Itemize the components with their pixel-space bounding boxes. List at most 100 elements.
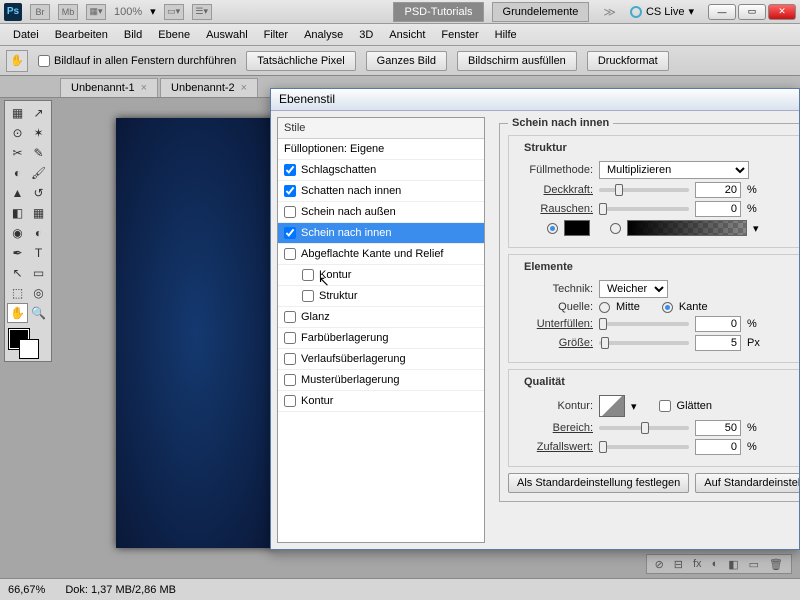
opacity-slider[interactable] <box>599 188 689 192</box>
eyedropper-tool[interactable]: ✎ <box>28 143 49 163</box>
menu-bild[interactable]: Bild <box>117 26 149 44</box>
menu-bearbeiten[interactable]: Bearbeiten <box>48 26 115 44</box>
noise-slider[interactable] <box>599 207 689 211</box>
hand-tool-icon[interactable]: ✋ <box>6 50 28 72</box>
size-slider[interactable] <box>599 341 689 345</box>
canvas[interactable] <box>116 118 276 548</box>
fill-screen-button[interactable]: Bildschirm ausfüllen <box>457 51 577 71</box>
screen-mode-button[interactable]: ▭▾ <box>164 4 184 20</box>
panel-icon[interactable]: ⊟ <box>674 558 683 571</box>
panel-icon[interactable]: ▭ <box>749 558 759 571</box>
size-input[interactable] <box>695 335 741 351</box>
style-bevel[interactable]: Abgeflachte Kante und Relief <box>278 244 484 265</box>
panel-icon[interactable]: ◧ <box>728 558 738 571</box>
style-dropshadow[interactable]: Schlagschatten <box>278 160 484 181</box>
style-outerglow[interactable]: Schein nach außen <box>278 202 484 223</box>
marquee-tool[interactable]: ↗ <box>28 103 49 123</box>
lasso-tool[interactable]: ⊙ <box>7 123 28 143</box>
blend-options-item[interactable]: Fülloptionen: Eigene <box>278 139 484 160</box>
style-gradientoverlay[interactable]: Verlaufsüberlagerung <box>278 349 484 370</box>
range-slider[interactable] <box>599 426 689 430</box>
close-button[interactable]: ✕ <box>768 4 796 20</box>
panel-icon[interactable]: fx <box>693 558 702 570</box>
styles-header[interactable]: Stile <box>278 118 484 139</box>
jitter-slider[interactable] <box>599 445 689 449</box>
background-swatch[interactable] <box>19 339 39 359</box>
3d-tool[interactable]: ⬚ <box>7 283 28 303</box>
document-tab[interactable]: Unbenannt-1× <box>60 78 158 97</box>
menu-ansicht[interactable]: Ansicht <box>382 26 432 44</box>
style-bevel-contour[interactable]: Kontur <box>278 265 484 286</box>
extras-button[interactable]: ☰▾ <box>192 4 212 20</box>
path-tool[interactable]: ↖ <box>7 263 28 283</box>
style-patternoverlay[interactable]: Musterüberlagerung <box>278 370 484 391</box>
jitter-input[interactable] <box>695 439 741 455</box>
actual-pixels-button[interactable]: Tatsächliche Pixel <box>246 51 355 71</box>
menu-analyse[interactable]: Analyse <box>297 26 350 44</box>
document-tab[interactable]: Unbenannt-2× <box>160 78 258 97</box>
fit-screen-button[interactable]: Ganzes Bild <box>366 51 447 71</box>
camera-tool[interactable]: ◎ <box>28 283 49 303</box>
bridge-button[interactable]: Br <box>30 4 50 20</box>
reset-default-button[interactable]: Auf Standardeinstellung zurück <box>695 473 799 493</box>
close-tab-icon[interactable]: × <box>141 82 147 94</box>
arrange-button[interactable]: ▦▾ <box>86 4 106 20</box>
scroll-all-checkbox[interactable]: Bildlauf in allen Fenstern durchführen <box>38 55 236 67</box>
shape-tool[interactable]: ▭ <box>28 263 49 283</box>
gradient-dropdown-icon[interactable]: ▾ <box>753 222 759 235</box>
pen-tool[interactable]: ✒ <box>7 243 28 263</box>
choke-input[interactable] <box>695 316 741 332</box>
menu-fenster[interactable]: Fenster <box>434 26 485 44</box>
stamp-tool[interactable]: ▲ <box>7 183 28 203</box>
make-default-button[interactable]: Als Standardeinstellung festlegen <box>508 473 689 493</box>
minibridge-button[interactable]: Mb <box>58 4 78 20</box>
zoom-dropdown-icon[interactable]: ▾ <box>150 5 156 18</box>
menu-auswahl[interactable]: Auswahl <box>199 26 255 44</box>
blur-tool[interactable]: ◉ <box>7 223 28 243</box>
style-coloroverlay[interactable]: Farbüberlagerung <box>278 328 484 349</box>
gradient-radio[interactable] <box>610 223 621 234</box>
menu-filter[interactable]: Filter <box>257 26 295 44</box>
cslive-button[interactable]: CS Live▾ <box>630 5 694 18</box>
move-tool[interactable]: ▦ <box>7 103 28 123</box>
opacity-input[interactable] <box>695 182 741 198</box>
workspace-more-icon[interactable]: ≫ <box>597 5 622 19</box>
source-edge-radio[interactable] <box>662 302 673 313</box>
wand-tool[interactable]: ✶ <box>28 123 49 143</box>
eraser-tool[interactable]: ◧ <box>7 203 28 223</box>
blendmode-select[interactable]: Multiplizieren <box>599 161 749 179</box>
status-zoom[interactable]: 66,67% <box>8 584 45 596</box>
menu-3d[interactable]: 3D <box>352 26 380 44</box>
menu-datei[interactable]: Datei <box>6 26 46 44</box>
range-input[interactable] <box>695 420 741 436</box>
crop-tool[interactable]: ✂ <box>7 143 28 163</box>
minimize-button[interactable]: — <box>708 4 736 20</box>
color-radio[interactable] <box>547 223 558 234</box>
print-size-button[interactable]: Druckformat <box>587 51 669 71</box>
choke-slider[interactable] <box>599 322 689 326</box>
glow-gradient[interactable] <box>627 220 747 236</box>
dodge-tool[interactable]: ◐ <box>28 223 49 243</box>
contour-picker[interactable] <box>599 395 625 417</box>
close-tab-icon[interactable]: × <box>241 82 247 94</box>
type-tool[interactable]: T <box>28 243 49 263</box>
maximize-button[interactable]: ▭ <box>738 4 766 20</box>
zoom-tool[interactable]: 🔍 <box>28 303 49 323</box>
zoom-display[interactable]: 100% <box>114 6 142 18</box>
menu-ebene[interactable]: Ebene <box>151 26 197 44</box>
antialias-checkbox[interactable] <box>659 400 671 412</box>
glow-color[interactable] <box>564 220 590 236</box>
noise-input[interactable] <box>695 201 741 217</box>
workspace-tab[interactable]: Grundelemente <box>492 2 590 22</box>
style-satin[interactable]: Glanz <box>278 307 484 328</box>
style-innerglow[interactable]: Schein nach innen <box>278 223 484 244</box>
panel-icon[interactable]: 🗑 <box>769 558 783 571</box>
status-doc[interactable]: Dok: 1,37 MB/2,86 MB <box>65 584 176 596</box>
brush-tool[interactable]: 🖌 <box>28 163 49 183</box>
history-brush-tool[interactable]: ↺ <box>28 183 49 203</box>
healing-tool[interactable]: ◐ <box>7 163 28 183</box>
workspace-tab-active[interactable]: PSD-Tutorials <box>393 2 483 22</box>
panel-icon[interactable]: ⊘ <box>655 558 664 571</box>
hand-tool[interactable]: ✋ <box>7 303 28 323</box>
panel-icon[interactable]: ◐ <box>712 558 719 570</box>
